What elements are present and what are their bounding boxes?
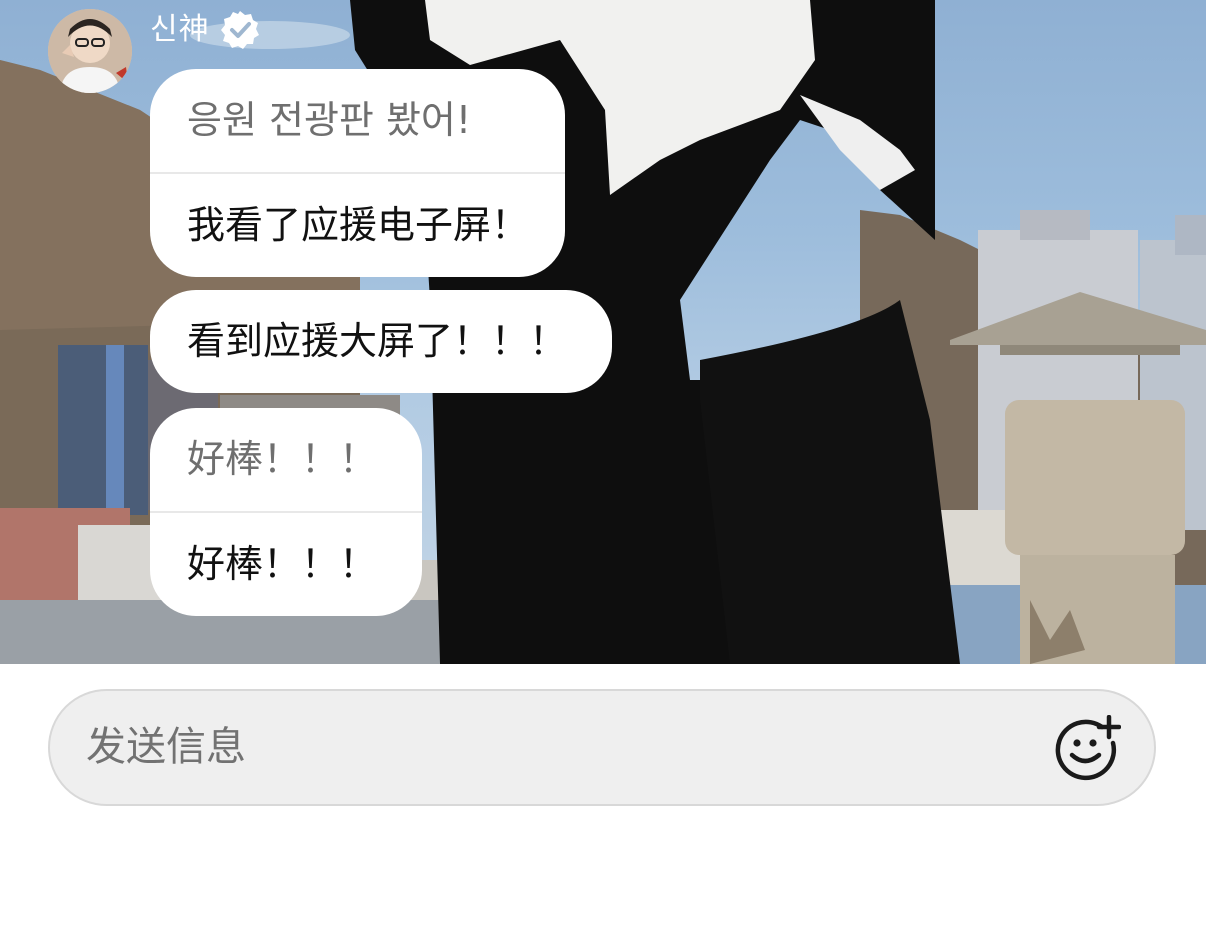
avatar-photo (48, 9, 132, 93)
username[interactable]: 신神 (150, 8, 210, 52)
profile-avatar[interactable] (48, 9, 132, 93)
message-text: 看到应援大屏了！！！ (187, 319, 568, 363)
message-original-text: 好棒！！！ (187, 437, 378, 481)
message-input-placeholder: 发送信息 (86, 724, 246, 770)
message-bubble[interactable]: 好棒！！！ 好棒！！！ (150, 408, 423, 616)
message-translation-text: 好棒！！！ (187, 542, 378, 586)
verified-badge-icon (218, 8, 262, 52)
message-input[interactable]: 发送信息 (48, 689, 1156, 806)
add-emoji-icon[interactable] (1055, 714, 1122, 781)
message-bubble[interactable]: 응원 전광판 봤어! 我看了应援电子屏！ (150, 69, 566, 277)
message-bubble[interactable]: 看到应援大屏了！！！ (150, 290, 613, 393)
message-original-text: 응원 전광판 봤어! (187, 98, 472, 142)
message-translation-text: 我看了应援电子屏！ (187, 203, 530, 247)
